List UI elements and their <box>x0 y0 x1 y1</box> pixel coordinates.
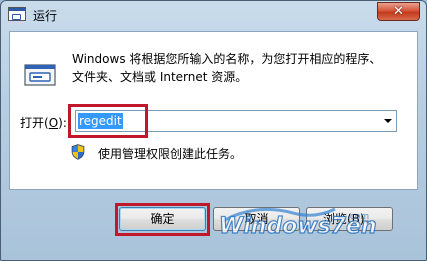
description-line-2: 文件夹、文档或 Internet 资源。 <box>72 70 248 84</box>
close-button[interactable]: ✕ <box>377 2 420 21</box>
open-label: 打开(O): <box>20 114 67 131</box>
run-dialog-icon <box>24 64 56 86</box>
highlight-box-input <box>68 104 148 138</box>
window-title: 运行 <box>33 9 58 23</box>
open-label-accelerator: O <box>48 116 59 130</box>
run-dialog-window: 运行 ✕ Windows 将根据您所输入的名称，为您打开相应的程序、 文件夹、文… <box>0 0 427 261</box>
open-label-end: ): <box>58 116 67 130</box>
highlight-box-ok <box>115 203 210 236</box>
dialog-client-area: Windows 将根据您所输入的名称，为您打开相应的程序、 文件夹、文档或 In… <box>9 31 418 190</box>
close-icon: ✕ <box>393 4 404 19</box>
open-label-start: 打开( <box>20 116 49 130</box>
run-app-icon <box>8 7 26 21</box>
dropdown-arrow-icon[interactable] <box>384 119 392 123</box>
windows7en-watermark: Windows7en .com <box>218 207 377 240</box>
watermark-domain: .com <box>347 212 369 222</box>
uac-shield-icon <box>71 144 85 160</box>
description-line-1: Windows 将根据您所输入的名称，为您打开相应的程序、 <box>72 52 382 66</box>
title-bar[interactable]: 运行 ✕ <box>1 1 426 31</box>
admin-privilege-note: 使用管理权限创建此任务。 <box>98 147 243 161</box>
description-text: Windows 将根据您所输入的名称，为您打开相应的程序、 文件夹、文档或 In… <box>72 50 412 86</box>
